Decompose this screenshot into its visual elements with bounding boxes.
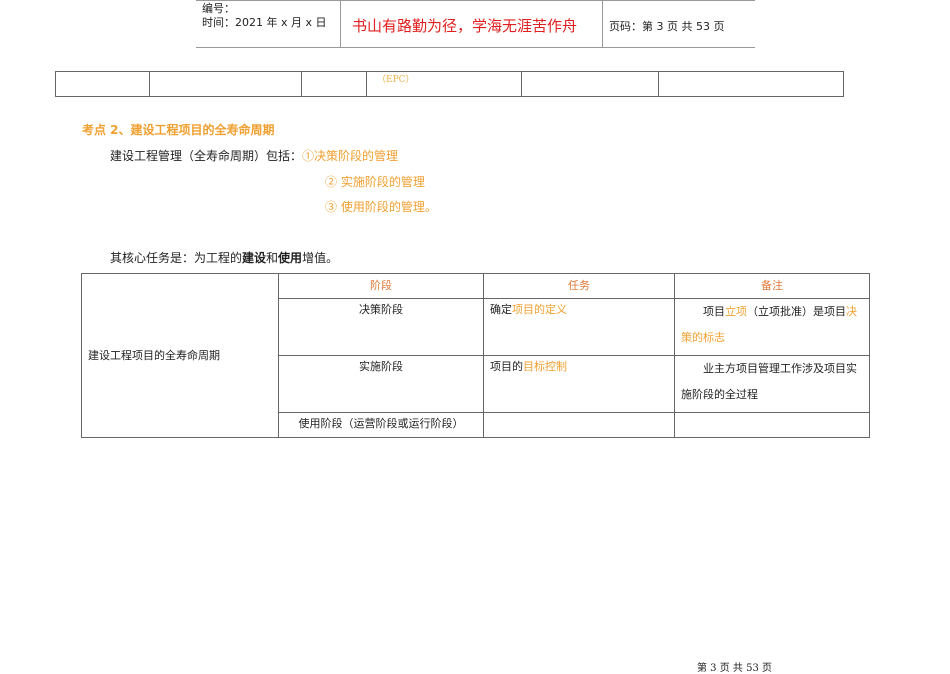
date-label: 时间：2021 年 x 月 x 日 bbox=[202, 16, 327, 29]
number-label: 编号： bbox=[202, 2, 235, 15]
core-task: 其核心任务是：为工程的建设和使用增值。 bbox=[110, 251, 339, 265]
intro: 建设工程管理（全寿命周期）包括： bbox=[110, 149, 303, 163]
row-header: 建设工程项目的全寿命周期 bbox=[81, 273, 279, 438]
col-stage: 阶段 bbox=[278, 273, 484, 299]
col-note: 备注 bbox=[674, 273, 870, 299]
col-task: 任务 bbox=[483, 273, 675, 299]
item-3: ③ 使用阶段的管理。 bbox=[325, 200, 437, 214]
item-2: ② 实施阶段的管理 bbox=[325, 175, 425, 189]
item-1: ①决策阶段的管理 bbox=[302, 149, 399, 163]
page-label: 页码：第 3 页 共 53 页 bbox=[609, 20, 725, 33]
epc-cell: （EPC） bbox=[366, 71, 522, 97]
top-table: （EPC） bbox=[55, 71, 844, 97]
lifecycle-table: 建设工程项目的全寿命周期 阶段 任务 备注 决策阶段 确定项目的定义 项目立项（… bbox=[81, 273, 870, 438]
section-title: 考点 2、建设工程项目的全寿命周期 bbox=[82, 123, 275, 137]
motto: 书山有路勤为径，学海无涯苦作舟 bbox=[352, 17, 578, 35]
